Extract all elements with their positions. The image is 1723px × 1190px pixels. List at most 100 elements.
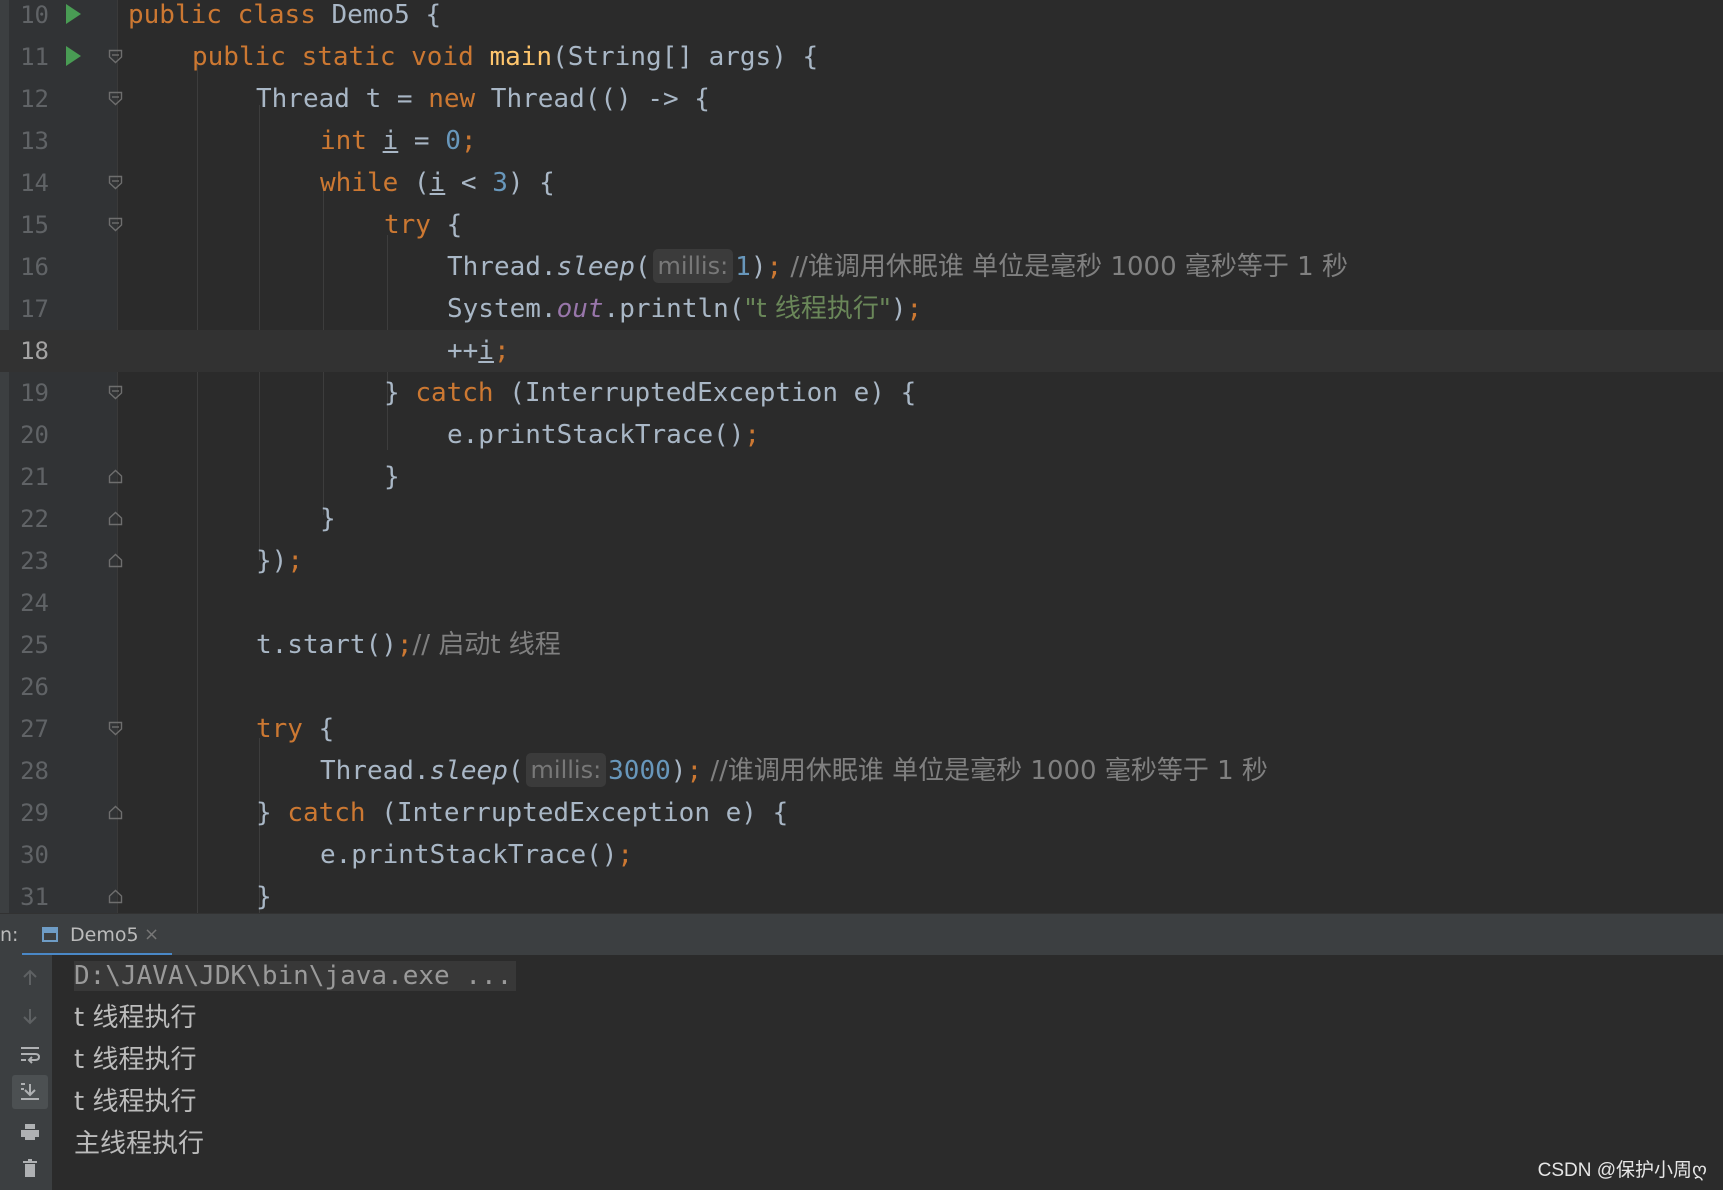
soft-wrap-icon[interactable] xyxy=(12,1037,48,1071)
code-text: } xyxy=(320,504,336,534)
fold-close-icon[interactable] xyxy=(108,511,123,526)
code-text: }); xyxy=(256,546,303,576)
code-line[interactable]: 21 } xyxy=(0,456,1723,498)
code-line[interactable]: 27 try { xyxy=(0,708,1723,750)
fold-open-icon[interactable] xyxy=(108,175,123,190)
code-text: ++i; xyxy=(447,336,510,366)
console-icon xyxy=(42,927,58,942)
console-output[interactable]: D:\JAVA\JDK\bin\java.exe ... t 线程执行 t 线程… xyxy=(74,955,517,1165)
line-number: 23 xyxy=(20,547,49,575)
code-line[interactable]: 15 try { xyxy=(0,204,1723,246)
code-text: System.out.println("t 线程执行"); xyxy=(447,294,923,324)
line-number: 14 xyxy=(20,169,49,197)
parameter-hint: millis: xyxy=(525,753,607,787)
code-text: t.start();// 启动t 线程 xyxy=(256,630,561,660)
fold-close-icon[interactable] xyxy=(108,805,123,820)
code-text: Thread t = new Thread(() -> { xyxy=(256,84,710,114)
code-text: } xyxy=(384,462,400,492)
code-line[interactable]: 12 Thread t = new Thread(() -> { xyxy=(0,78,1723,120)
code-text: public static void main(String[] args) { xyxy=(192,42,819,72)
code-text: } catch (InterruptedException e) { xyxy=(256,798,789,828)
code-line[interactable]: 14 while (i < 3) { xyxy=(0,162,1723,204)
console-line: 主线程执行 xyxy=(74,1129,205,1159)
console-line-command: D:\JAVA\JDK\bin\java.exe ... xyxy=(74,955,517,997)
scroll-to-end-icon[interactable] xyxy=(12,1075,48,1109)
code-line[interactable]: 30 e.printStackTrace(); xyxy=(0,834,1723,876)
line-number: 20 xyxy=(20,421,49,449)
code-line[interactable]: 29 } catch (InterruptedException e) { xyxy=(0,792,1723,834)
watermark: CSDN @保护小周ღ xyxy=(1537,1160,1707,1181)
code-text: } catch (InterruptedException e) { xyxy=(384,378,917,408)
tab-demo5[interactable]: Demo5 × xyxy=(22,914,172,956)
line-number: 21 xyxy=(20,463,49,491)
line-number: 12 xyxy=(20,85,49,113)
fold-open-icon[interactable] xyxy=(108,721,123,736)
code-text: e.printStackTrace(); xyxy=(320,840,634,870)
code-text: public class Demo5 { xyxy=(128,0,442,30)
console-line: t 线程执行 xyxy=(74,1003,197,1033)
code-text: e.printStackTrace(); xyxy=(447,420,761,450)
console-toolbar xyxy=(0,955,52,1190)
console-line: t 线程执行 xyxy=(74,1087,197,1117)
code-line[interactable]: 16 Thread.sleep(millis: 1); //谁调用休眠谁 单位是毫… xyxy=(0,246,1723,288)
console-panel[interactable]: D:\JAVA\JDK\bin\java.exe ... t 线程执行 t 线程… xyxy=(0,955,1723,1190)
up-arrow-icon[interactable] xyxy=(12,961,48,995)
run-icon[interactable] xyxy=(66,4,81,24)
line-number: 15 xyxy=(20,211,49,239)
code-text: while (i < 3) { xyxy=(320,168,555,198)
code-text: Thread.sleep(millis: 1); //谁调用休眠谁 单位是毫秒 1… xyxy=(447,246,1348,288)
code-line[interactable]: 26 xyxy=(0,666,1723,708)
code-line[interactable]: 10 public class Demo5 { xyxy=(0,0,1723,36)
line-number: 26 xyxy=(20,673,49,701)
run-tool-tab-bar: n: Demo5 × xyxy=(0,913,1723,956)
fold-open-icon[interactable] xyxy=(108,49,123,64)
code-text: int i = 0; xyxy=(320,126,477,156)
fold-close-icon[interactable] xyxy=(108,469,123,484)
code-line[interactable]: 13 int i = 0; xyxy=(0,120,1723,162)
code-line[interactable]: 28 Thread.sleep(millis: 3000); //谁调用休眠谁 单… xyxy=(0,750,1723,792)
code-text: } xyxy=(256,882,272,912)
line-number: 24 xyxy=(20,589,49,617)
down-arrow-icon[interactable] xyxy=(12,999,48,1033)
code-line-current[interactable]: 18 ++i; xyxy=(0,330,1723,372)
line-number: 16 xyxy=(20,253,49,281)
code-line[interactable]: 25 t.start();// 启动t 线程 xyxy=(0,624,1723,666)
line-number: 31 xyxy=(20,883,49,911)
code-text: try { xyxy=(256,714,335,744)
run-window-label: n: xyxy=(0,924,19,946)
fold-open-icon[interactable] xyxy=(108,385,123,400)
code-text: try { xyxy=(384,210,463,240)
code-line[interactable]: 23 }); xyxy=(0,540,1723,582)
code-line[interactable]: 17 System.out.println("t 线程执行"); xyxy=(0,288,1723,330)
code-line[interactable]: 31 } xyxy=(0,876,1723,913)
close-icon[interactable]: × xyxy=(144,914,159,956)
fold-open-icon[interactable] xyxy=(108,217,123,232)
parameter-hint: millis: xyxy=(652,249,734,283)
line-number: 22 xyxy=(20,505,49,533)
trash-icon[interactable] xyxy=(12,1151,48,1185)
line-number: 30 xyxy=(20,841,49,869)
console-line: t 线程执行 xyxy=(74,1045,197,1075)
line-number: 19 xyxy=(20,379,49,407)
line-number: 18 xyxy=(20,337,49,365)
code-line[interactable]: 24 xyxy=(0,582,1723,624)
code-editor[interactable]: 10 public class Demo5 { 11 public static… xyxy=(0,0,1723,913)
line-number: 10 xyxy=(20,1,49,29)
run-icon[interactable] xyxy=(66,46,81,66)
code-text: Thread.sleep(millis: 3000); //谁调用休眠谁 单位是毫… xyxy=(320,750,1268,792)
code-line[interactable]: 19 } catch (InterruptedException e) { xyxy=(0,372,1723,414)
print-icon[interactable] xyxy=(12,1115,48,1149)
fold-close-icon[interactable] xyxy=(108,889,123,904)
line-number: 17 xyxy=(20,295,49,323)
code-line[interactable]: 11 public static void main(String[] args… xyxy=(0,36,1723,78)
tab-label: Demo5 xyxy=(70,924,139,946)
line-number: 13 xyxy=(20,127,49,155)
fold-close-icon[interactable] xyxy=(108,553,123,568)
fold-open-icon[interactable] xyxy=(108,91,123,106)
code-line[interactable]: 20 e.printStackTrace(); xyxy=(0,414,1723,456)
line-number: 11 xyxy=(20,43,49,71)
line-number: 27 xyxy=(20,715,49,743)
code-line[interactable]: 22 } xyxy=(0,498,1723,540)
line-number: 29 xyxy=(20,799,49,827)
line-number: 25 xyxy=(20,631,49,659)
